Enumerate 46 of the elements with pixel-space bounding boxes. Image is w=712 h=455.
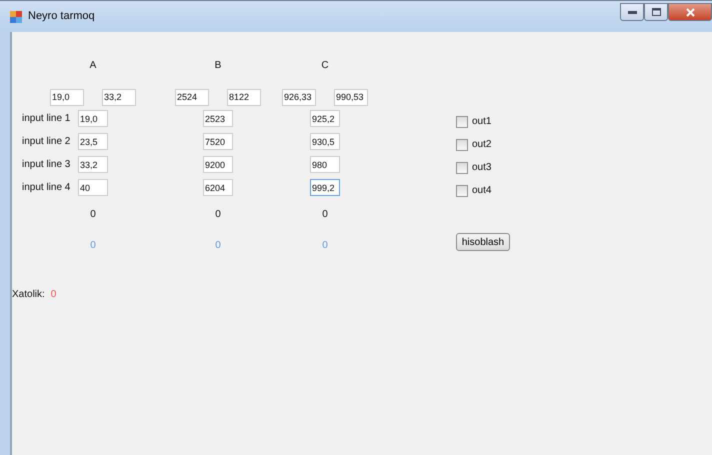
input-label: input line 2 [22,136,70,147]
column-header: B [214,60,222,70]
output-checkbox[interactable]: out2 [456,138,492,150]
input-field[interactable]: 6204 [203,179,233,196]
output-checkbox[interactable]: out4 [456,184,492,196]
input-label: input line 3 [22,159,70,170]
input-field[interactable]: 2523 [203,110,233,127]
calculate-button[interactable]: hisoblash [456,233,510,251]
error-label: Xatolik: [12,289,45,300]
app-icon [10,11,22,23]
input-label: input line 1 [22,113,70,124]
range-field[interactable]: 19,0 [50,88,84,106]
result-value: 0 [215,240,221,250]
input-field[interactable]: 7520 [203,133,233,150]
input-field[interactable]: 9200 [203,156,233,173]
input-field[interactable]: 999,2 [310,179,340,196]
maximize-icon [652,8,660,16]
column-header: A [90,60,96,70]
close-button[interactable] [668,3,712,21]
range-field[interactable]: 2524 [175,88,209,106]
column-header: C [321,60,329,70]
result-value: 0 [322,240,328,250]
error-value: 0 [50,289,56,300]
input-field[interactable]: 40 [78,179,108,196]
maximize-button[interactable] [644,3,668,21]
input-field[interactable]: 930,5 [310,133,340,150]
output-checkbox[interactable]: out1 [456,116,492,128]
input-field[interactable]: 23,5 [78,133,108,150]
output-value: 0 [90,208,96,220]
input-field[interactable]: 980 [310,156,340,173]
range-field[interactable]: 8122 [227,88,261,106]
range-field[interactable]: 926,33 [282,88,316,106]
input-label: input line 4 [22,182,70,193]
range-field[interactable]: 990,53 [334,88,368,106]
close-icon [686,8,694,16]
input-field[interactable]: 925,2 [310,110,340,127]
output-checkbox[interactable]: out3 [456,162,492,174]
input-field[interactable]: 19,0 [78,110,108,127]
minimize-icon [628,10,636,14]
output-value: 0 [322,208,328,220]
range-field[interactable]: 33,2 [102,88,136,106]
minimize-button[interactable] [620,3,644,21]
output-value: 0 [215,208,221,220]
input-field[interactable]: 33,2 [78,156,108,173]
result-value: 0 [90,240,96,250]
window-title: Neyro tarmoq [28,10,95,22]
